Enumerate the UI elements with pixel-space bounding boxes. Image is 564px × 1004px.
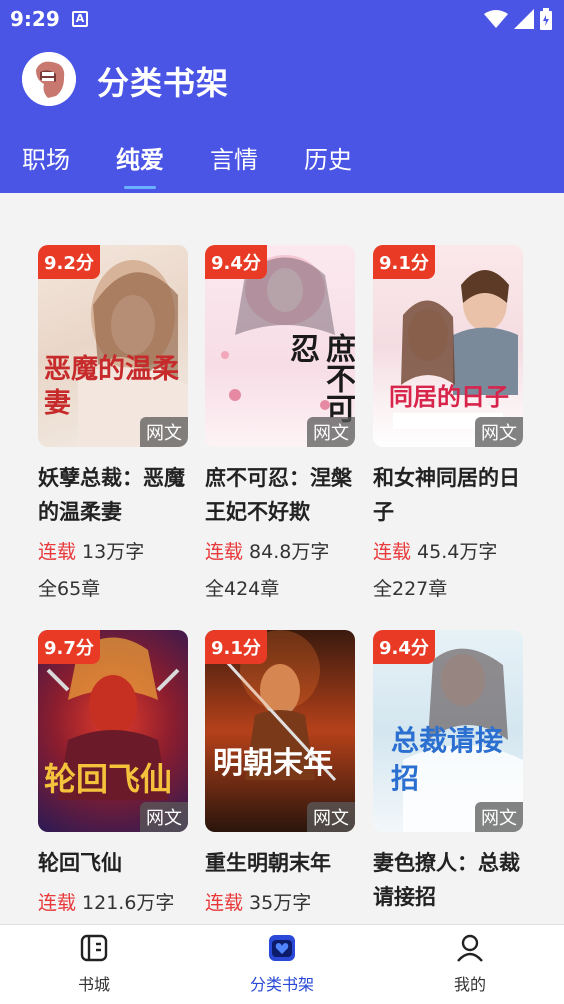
word-count: 45.4万字: [417, 541, 498, 563]
tab-pure-love[interactable]: 纯爱: [116, 140, 164, 175]
cover-title: 总裁请接招: [391, 724, 504, 795]
notification-icon: A: [72, 11, 88, 27]
bottom-navigation: 书城 分类书架 我的: [0, 924, 564, 1004]
book-grid: 恶魔的温柔妻 9.2分 网文 妖孽总裁：恶魔的温柔妻 连载 13万字 全65章 庶…: [0, 193, 564, 924]
cover-title: 恶魔的温柔妻: [44, 354, 179, 419]
book-title[interactable]: 轮回飞仙: [38, 846, 188, 880]
signal-icon: [514, 9, 534, 29]
book-title[interactable]: 妻色撩人：总裁请接招: [373, 846, 523, 914]
score-badge: 9.1分: [373, 245, 435, 279]
book-cover[interactable]: 庶不可忍 9.4分 网文: [205, 245, 355, 447]
bookshelf-icon: [269, 935, 295, 961]
book-title[interactable]: 妖孽总裁：恶魔的温柔妻: [38, 461, 188, 529]
word-count: 35万字: [249, 892, 312, 914]
serial-status: 连载: [38, 541, 77, 563]
book-card[interactable]: 庶不可忍 9.4分 网文 庶不可忍：涅槃王妃不好欺 连载 84.8万字 全424章: [205, 245, 355, 601]
book-cover[interactable]: 明朝末年 9.1分 网文: [205, 630, 355, 832]
nav-bookshelf[interactable]: 分类书架: [222, 933, 342, 995]
chapter-count: 全227章: [373, 578, 448, 600]
book-card[interactable]: 总裁请接招 9.4分 网文 妻色撩人：总裁请接招: [373, 630, 523, 914]
book-meta: 连载 35万字: [205, 888, 355, 915]
app-header: 9:29 A 分类书架 职场 纯爱 言情 历史: [0, 0, 564, 193]
source-badge: 网文: [475, 417, 523, 447]
book-card[interactable]: 轮回飞仙 9.7分 网文 轮回飞仙 连载 121.6万字: [38, 630, 188, 915]
app-logo[interactable]: [22, 52, 76, 106]
score-badge: 9.4分: [373, 630, 435, 664]
chapter-count: 全65章: [38, 578, 101, 600]
source-badge: 网文: [140, 802, 188, 832]
category-tabs: 职场 纯爱 言情 历史: [0, 140, 564, 192]
word-count: 84.8万字: [249, 541, 330, 563]
chapter-count: 全424章: [205, 578, 280, 600]
wifi-icon: [484, 10, 508, 28]
page-title: 分类书架: [97, 64, 230, 102]
score-badge: 9.1分: [205, 630, 267, 664]
book-title[interactable]: 和女神同居的日子: [373, 461, 523, 529]
cover-title: 轮回飞仙: [44, 760, 173, 798]
source-badge: 网文: [140, 417, 188, 447]
book-meta: 连载 121.6万字: [38, 888, 188, 915]
tab-history[interactable]: 历史: [304, 140, 352, 175]
serial-status: 连载: [205, 892, 244, 914]
score-badge: 9.2分: [38, 245, 100, 279]
nav-label: 我的: [453, 975, 486, 994]
book-card[interactable]: 恶魔的温柔妻 9.2分 网文 妖孽总裁：恶魔的温柔妻 连载 13万字 全65章: [38, 245, 188, 601]
book-title[interactable]: 庶不可忍：涅槃王妃不好欺: [205, 461, 355, 529]
source-badge: 网文: [475, 802, 523, 832]
tab-romance[interactable]: 言情: [210, 140, 258, 175]
book-cover[interactable]: 同居的日子 9.1分 网文: [373, 245, 523, 447]
book-card[interactable]: 明朝末年 9.1分 网文 重生明朝末年 连载 35万字: [205, 630, 355, 915]
book-cover[interactable]: 总裁请接招 9.4分 网文: [373, 630, 523, 832]
book-title[interactable]: 重生明朝末年: [205, 846, 355, 880]
nav-label: 分类书架: [249, 975, 314, 994]
status-time: 9:29: [10, 7, 60, 31]
score-badge: 9.7分: [38, 630, 100, 664]
word-count: 121.6万字: [82, 892, 175, 914]
book-card[interactable]: 同居的日子 9.1分 网文 和女神同居的日子 连载 45.4万字 全227章: [373, 245, 523, 601]
cover-title: 同居的日子: [389, 382, 509, 411]
score-badge: 9.4分: [205, 245, 267, 279]
book-meta: 连载 45.4万字: [373, 537, 523, 564]
tab-indicator: [124, 186, 156, 189]
status-icons: [484, 8, 552, 30]
word-count: 13万字: [82, 541, 145, 563]
nav-profile[interactable]: 我的: [410, 933, 530, 995]
nav-book-city[interactable]: 书城: [34, 933, 154, 995]
nav-label: 书城: [77, 975, 110, 994]
source-badge: 网文: [307, 417, 355, 447]
status-bar: 9:29 A: [0, 0, 564, 38]
serial-status: 连载: [38, 892, 77, 914]
book-meta: 连载 13万字: [38, 537, 188, 564]
serial-status: 连载: [205, 541, 244, 563]
serial-status: 连载: [373, 541, 412, 563]
book-city-icon: [80, 934, 108, 962]
profile-icon: [457, 934, 483, 962]
battery-icon: [540, 8, 552, 30]
cover-title: 明朝末年: [213, 746, 333, 781]
book-meta: 连载 84.8万字: [205, 537, 355, 564]
tab-career[interactable]: 职场: [22, 140, 70, 175]
book-cover[interactable]: 轮回飞仙 9.7分 网文: [38, 630, 188, 832]
source-badge: 网文: [307, 802, 355, 832]
book-cover[interactable]: 恶魔的温柔妻 9.2分 网文: [38, 245, 188, 447]
